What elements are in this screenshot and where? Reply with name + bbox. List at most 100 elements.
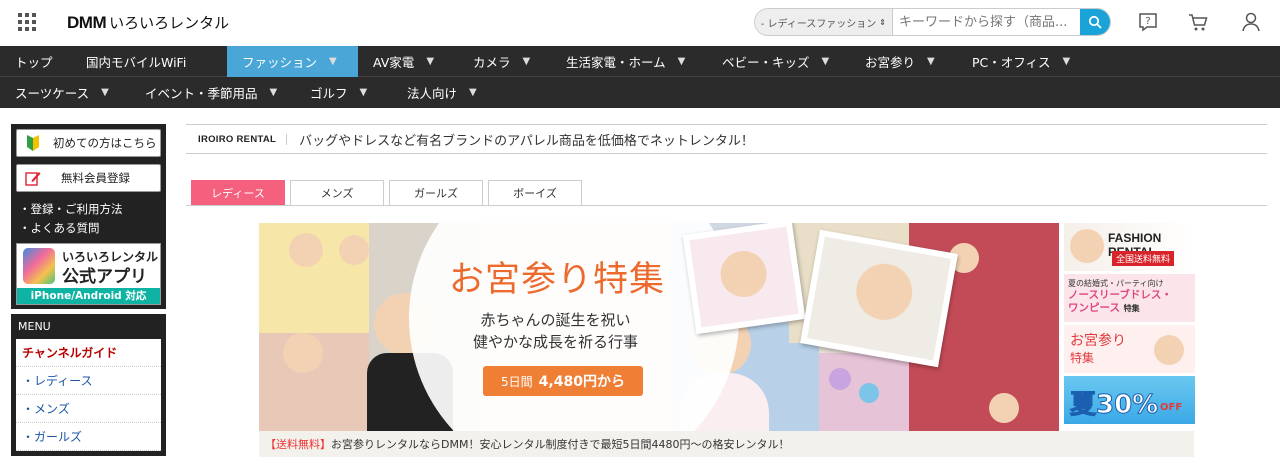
side-banner-2-small: 夏の結婚式・パーティ向け: [1068, 279, 1164, 288]
side-banner-4-text: 夏30%: [1069, 390, 1159, 421]
sidebar-menu: MENU チャンネルガイド ・レディース ・メンズ ・ガールズ: [11, 314, 166, 456]
model-face: [1070, 229, 1104, 263]
chevron-down-icon: ▼: [269, 87, 278, 98]
side-banner-2-main: ノースリーブドレス・ ワンピース 特集: [1068, 289, 1172, 315]
banner-caption[interactable]: 【送料無料】 お宮参りレンタルならDMM！安心レンタル制度付きで最短5日間448…: [259, 431, 1194, 457]
nav-item-pc[interactable]: PC・オフィス ▼: [957, 46, 1087, 77]
banner-sub-line-2: 健やかな成長を祈る行事: [473, 333, 639, 351]
main-nav: トップ 国内モバイルWiFi ファッション ▼ AV家電 ▼ カメラ ▼ 生活家電・ホ…: [0, 45, 1280, 108]
search-button[interactable]: [1080, 9, 1110, 35]
apps-grid-icon[interactable]: [18, 13, 36, 31]
chevron-down-icon: ▼: [927, 55, 935, 67]
site-logo[interactable]: DMM いろいろレンタル: [67, 12, 229, 33]
menu-item-girls[interactable]: ・ガールズ: [16, 423, 161, 451]
nav-item-av[interactable]: AV家電 ▼: [358, 46, 458, 77]
hero-banner[interactable]: お宮参り特集 赤ちゃんの誕生を祝い 健やかな成長を祈る行事 5日間 4,480円…: [259, 223, 1059, 431]
user-icon[interactable]: [1240, 11, 1262, 33]
app-phone-icon: [23, 248, 55, 284]
side-banner-summer-sale[interactable]: 夏30% OFF: [1064, 376, 1195, 424]
chevron-down-icon: ▼: [101, 87, 109, 98]
side-banner-4-off: OFF: [1160, 402, 1183, 413]
nav-item-top[interactable]: トップ: [0, 46, 71, 77]
chevron-down-icon: ▼: [677, 55, 686, 67]
nav-label: トップ: [15, 54, 53, 70]
link-how-to-use[interactable]: ・登録・ご利用方法: [16, 199, 161, 218]
tab-ladies[interactable]: レディース: [191, 180, 285, 205]
register-button[interactable]: 無料会員登録: [16, 164, 161, 192]
menu-heading: MENU: [18, 320, 51, 333]
tagline-bar: IROIRO RENTAL バッグやドレスなど有名ブランドのアパレル商品を低価格…: [186, 124, 1267, 154]
side-banners: FASHION RENTAL 全国送料無料 夏の結婚式・パーティ向け ノースリー…: [1064, 223, 1195, 427]
chevron-down-icon: ▼: [821, 55, 830, 67]
nav-row-2: スーツケース ▼ イベント・季節用品 ▼ ゴルフ ▼ 法人向け ▼: [0, 77, 1280, 108]
nav-item-golf[interactable]: ゴルフ ▼: [295, 77, 392, 108]
official-app-banner[interactable]: いろいろレンタル 公式アプリ iPhone/Android 対応: [16, 243, 161, 305]
nav-item-wifi[interactable]: 国内モバイルWiFi: [71, 46, 227, 77]
search-input[interactable]: [893, 9, 1080, 35]
nav-label: お宮参り: [865, 54, 916, 70]
nav-label: 法人向け: [407, 86, 458, 101]
brand-label: IROIRO RENTAL: [198, 133, 288, 145]
menu-item-mens[interactable]: ・メンズ: [16, 395, 161, 423]
menu-channel-guide[interactable]: チャンネルガイド: [16, 339, 161, 367]
search-icon: [1088, 15, 1102, 29]
side-banner-2-tail: 特集: [1123, 304, 1140, 313]
banner-price-button[interactable]: 5日間 4,480円から: [483, 366, 643, 396]
side-banner-2-line-1: ノースリーブドレス・: [1068, 289, 1172, 301]
nav-label: PC・オフィス: [972, 54, 1051, 70]
chevron-down-icon: ▼: [426, 55, 435, 67]
app-line-2: 公式アプリ: [62, 267, 147, 287]
tab-mens[interactable]: メンズ: [290, 180, 384, 205]
nav-item-camera[interactable]: カメラ ▼: [458, 46, 551, 77]
menu-list: チャンネルガイド ・レディース ・メンズ ・ガールズ: [16, 339, 161, 451]
nav-item-baby[interactable]: ベビー・キッズ ▼: [707, 46, 850, 77]
nav-label: イベント・季節用品: [145, 86, 258, 101]
chevron-down-icon: ▼: [1062, 55, 1071, 67]
nav-item-fashion[interactable]: ファッション ▼: [227, 45, 358, 77]
search-category-label: - レディースファッション: [760, 18, 877, 30]
nav-item-suitcase[interactable]: スーツケース ▼: [0, 77, 130, 108]
nav-label: 国内モバイルWiFi: [86, 54, 187, 70]
nav-item-home[interactable]: 生活家電・ホーム ▼: [551, 46, 707, 77]
nav-item-business[interactable]: 法人向け ▼: [392, 77, 502, 108]
tab-girls[interactable]: ガールズ: [389, 180, 483, 205]
svg-text:?: ?: [1145, 16, 1150, 27]
price-days: 5日間: [501, 374, 533, 389]
link-label: 登録・ご利用方法: [30, 201, 123, 216]
first-time-button[interactable]: 初めての方はこちら: [16, 129, 161, 157]
chevron-down-icon: ▼: [469, 87, 477, 98]
nav-label: 生活家電・ホーム: [566, 54, 666, 70]
top-bar: DMM いろいろレンタル - レディースファッション⇕ ?: [0, 0, 1280, 46]
beginner-mark-icon: [27, 135, 39, 151]
nav-item-event[interactable]: イベント・季節用品 ▼: [130, 77, 295, 108]
caption-text: お宮参りレンタルならDMM！安心レンタル制度付きで最短5日間4480円～の格安レ…: [331, 438, 790, 451]
help-icon[interactable]: ?: [1137, 11, 1159, 33]
menu-item-ladies[interactable]: ・レディース: [16, 367, 161, 395]
logo-name: いろいろレンタル: [109, 14, 230, 32]
side-banner-fashion-rental[interactable]: FASHION RENTAL 全国送料無料: [1064, 223, 1195, 271]
category-tabs: レディース メンズ ガールズ ボーイズ: [191, 180, 582, 205]
chevron-down-icon: ▼: [329, 55, 337, 67]
baby-face: [1154, 335, 1184, 365]
side-banner-3-line-1: お宮参り: [1070, 333, 1126, 349]
price-value: 4,480円から: [538, 374, 625, 390]
side-banner-omiyamairi[interactable]: お宮参り 特集: [1064, 325, 1195, 373]
banner-sub-line-1: 赤ちゃんの誕生を祝い: [480, 311, 631, 329]
nav-item-omiyamairi[interactable]: お宮参り ▼: [850, 46, 957, 77]
side-banner-1-ribbon: 全国送料無料: [1112, 251, 1175, 266]
nav-label: ゴルフ: [310, 86, 348, 101]
chevron-down-icon: ▼: [522, 55, 531, 67]
app-platform-bar: iPhone/Android 対応: [17, 288, 160, 304]
sidebar-account-box: 初めての方はこちら 無料会員登録 ・登録・ご利用方法 ・よくある質問 いろいろレ…: [11, 124, 166, 309]
register-edit-icon: [25, 172, 41, 186]
search-category-select[interactable]: - レディースファッション ⇕: [755, 9, 893, 35]
side-banner-3-line-2: 特集: [1070, 351, 1095, 365]
cart-icon[interactable]: [1187, 11, 1209, 33]
side-banner-sleeveless-dress[interactable]: 夏の結婚式・パーティ向け ノースリーブドレス・ ワンピース 特集: [1064, 274, 1195, 322]
nav-label: スーツケース: [15, 86, 90, 101]
chevron-down-icon: ▼: [359, 87, 368, 98]
select-arrows-icon: ⇕: [879, 17, 886, 27]
search-bar: - レディースファッション ⇕: [754, 8, 1111, 36]
link-faq[interactable]: ・よくある質問: [16, 218, 161, 237]
tab-boys[interactable]: ボーイズ: [488, 180, 582, 205]
